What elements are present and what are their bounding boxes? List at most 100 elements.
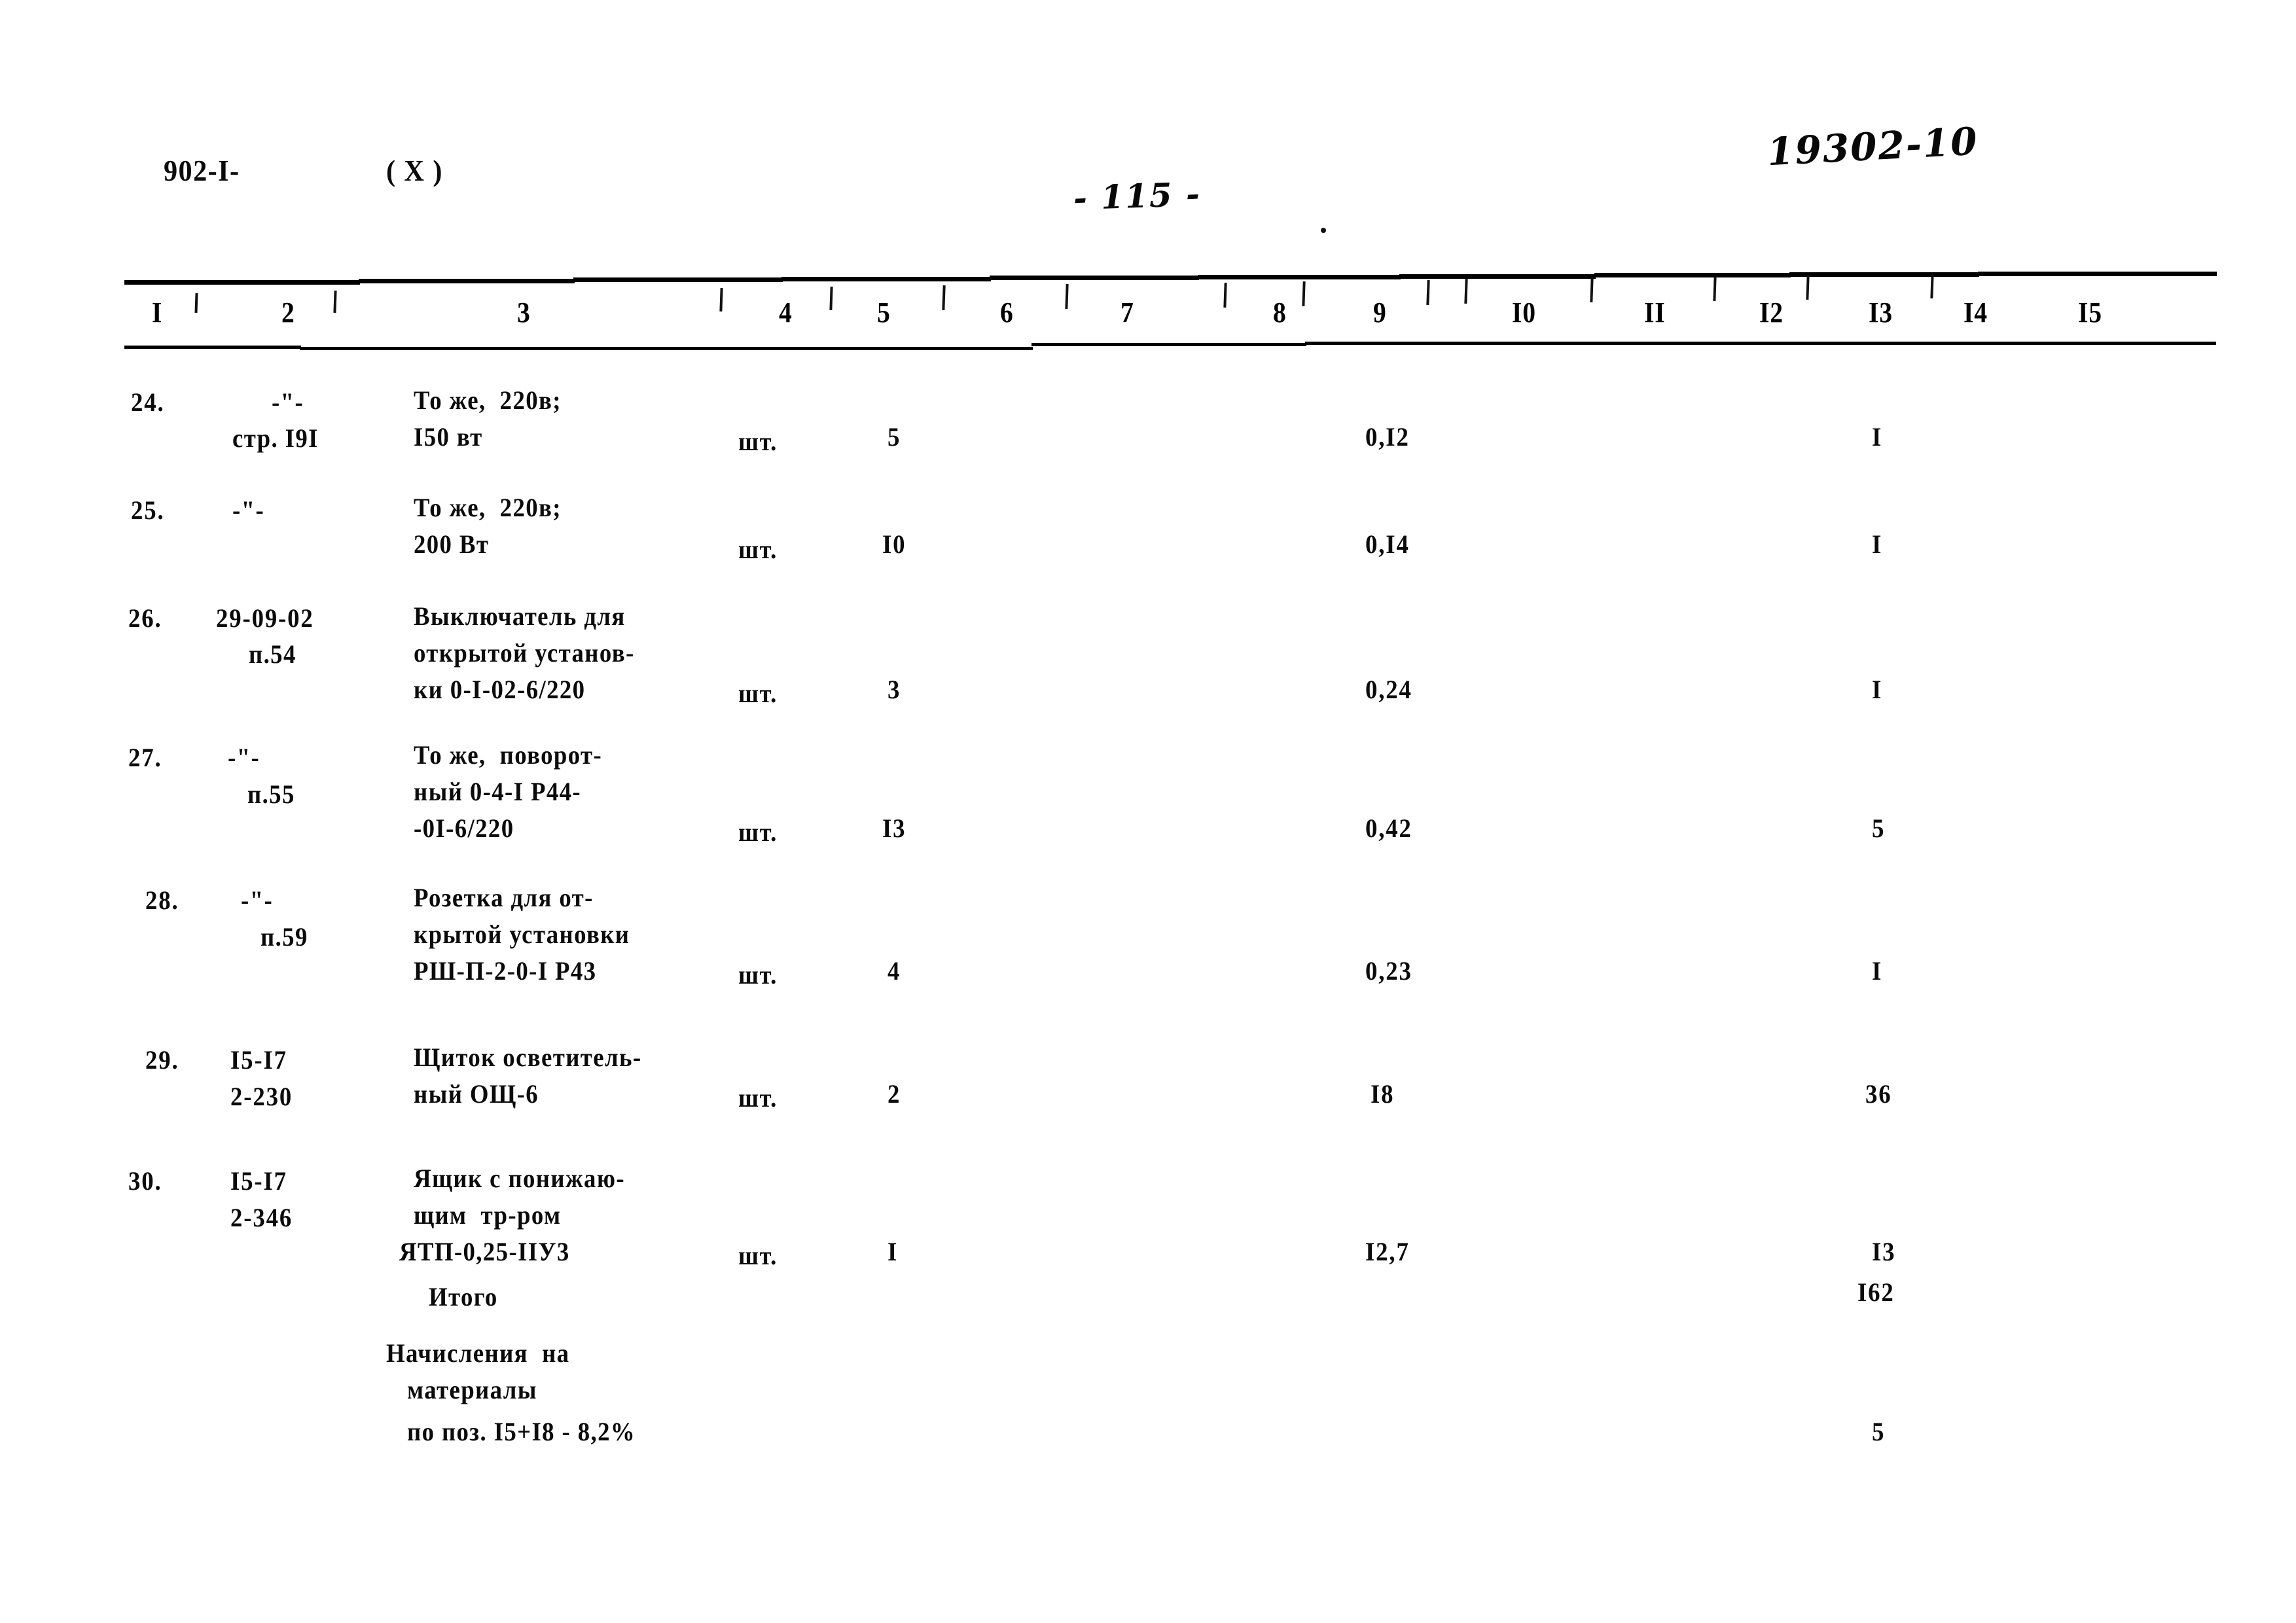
row-col13: I [1872,675,1883,704]
ruler-tick [1223,282,1227,308]
row-number: 29. [145,1045,179,1075]
row-col13: 5 [1872,813,1886,843]
row-unit: шт. [738,817,778,847]
row-name: ный 0-4-I Р44- [414,777,582,806]
row-col13: I3 [1872,1237,1896,1266]
row-qty: I [888,1237,899,1266]
column-header-4: 4 [779,296,793,329]
row-unit: шт. [738,960,778,990]
row-name: крытой установки [414,919,630,949]
row-unit: шт. [738,679,778,708]
row-number: 24. [131,387,165,417]
row-qty: I0 [882,529,906,559]
column-header-8: 8 [1273,296,1287,329]
row-code: I5-I7 [230,1166,287,1196]
row-number: 25. [131,495,165,525]
row-name: щим тр-ром [414,1200,562,1230]
page-number: - 115 - [1073,174,1202,218]
column-header-13: I3 [1869,296,1893,329]
column-header-5: 5 [877,296,891,329]
ruler-tick [942,285,946,311]
series-code: 902-I- [164,154,240,187]
summary-label: Итого [429,1282,498,1311]
summary-label: материалы [407,1375,537,1404]
row-col13: I [1872,529,1883,559]
summary-label: Начисления на [386,1338,570,1368]
row-code: п.54 [249,639,296,669]
row-code: -"- [232,495,265,525]
row-col9: 0,42 [1365,813,1412,843]
row-name: I50 вт [414,422,483,452]
column-header-1: I [152,296,163,329]
ruler-tick [1713,276,1717,302]
ruler-tick [1930,273,1934,299]
row-name: Выключатель для [414,601,626,631]
row-code: п.59 [260,922,308,952]
row-code: -"- [228,743,260,772]
row-code: -"- [272,387,304,417]
row-code: I5-I7 [230,1045,287,1075]
column-header-14: I4 [1964,296,1988,329]
row-code: 2-230 [230,1082,293,1111]
ruler-tick [1590,277,1594,303]
row-unit: шт. [738,535,778,564]
row-col13: I [1872,956,1883,986]
row-name: ЯТП-0,25-IIУ3 [399,1237,570,1266]
row-col13: I [1872,422,1883,452]
ruler-tick [1065,283,1069,310]
column-header-11: II [1644,296,1666,329]
ruler-tick [829,286,833,311]
table-header-rule [124,272,2217,291]
row-col9: 0,24 [1365,675,1412,704]
column-header-7: 7 [1121,296,1134,329]
ruler-tick [333,290,337,313]
row-code: -"- [241,885,274,915]
row-col9: 0,I2 [1365,422,1410,452]
row-name: -0I-6/220 [414,813,514,843]
row-qty: 2 [888,1079,901,1109]
column-header-3: 3 [517,296,531,329]
column-header-9: 9 [1373,296,1387,329]
row-name: ный ОЩ-6 [414,1079,539,1109]
row-name: Ящик с понижаю- [414,1164,625,1193]
table-header-rule-bottom [124,342,2216,350]
row-qty: 5 [888,422,901,452]
archive-code: 19302-10 [1766,118,1980,175]
row-unit: шт. [738,1241,778,1270]
scanned-page: 902-I- ( X ) - 115 - 19302-10 I 2 3 4 5 … [0,0,2296,1623]
column-header-10: I0 [1512,296,1537,329]
row-code: 2-346 [230,1203,293,1232]
row-name: ки 0-I-02-6/220 [414,675,586,704]
row-number: 26. [128,603,162,633]
ruler-tick [194,293,198,313]
summary-col13: I62 [1857,1277,1895,1307]
summary-col13: 5 [1872,1417,1886,1446]
row-number: 27. [128,743,162,772]
row-code: стр. I9I [232,423,319,453]
row-col9: I8 [1371,1079,1395,1109]
ink-speck [1321,228,1326,233]
row-code: п.55 [247,779,295,809]
column-header-12: I2 [1759,296,1784,329]
ruler-tick [1426,279,1430,306]
row-col9: I2,7 [1365,1237,1410,1266]
summary-label: по поз. I5+I8 - 8,2% [407,1417,636,1446]
column-header-2: 2 [281,296,295,329]
revision-mark: ( X ) [386,154,443,187]
row-qty: 3 [888,675,901,704]
row-code: 29-09-02 [216,603,314,633]
row-name: То же, 220в; [414,493,562,522]
row-col9: 0,I4 [1365,529,1410,559]
row-name: РШ-П-2-0-I Р43 [414,956,597,986]
row-name: 200 Вт [414,529,490,559]
column-header-15: I5 [2078,296,2103,329]
row-col9: 0,23 [1365,956,1412,986]
row-col13: 36 [1865,1079,1892,1109]
row-name: То же, 220в; [414,385,562,415]
row-qty: 4 [888,956,901,986]
row-number: 30. [128,1166,162,1196]
ruler-tick [1464,278,1468,304]
ruler-tick [1806,274,1810,300]
column-header-6: 6 [1000,296,1014,329]
row-name: Щиток осветитель- [414,1043,642,1072]
